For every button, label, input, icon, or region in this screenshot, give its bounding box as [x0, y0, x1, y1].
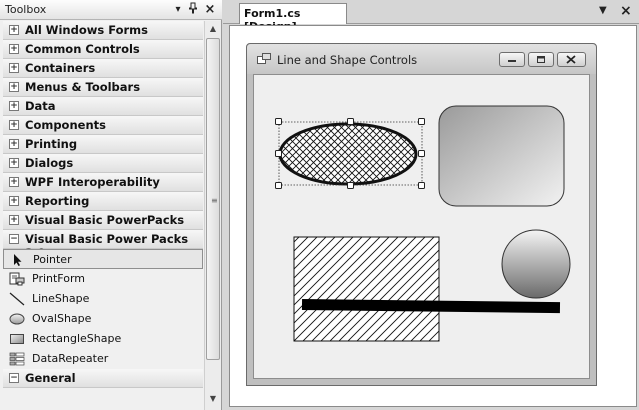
- scroll-down-icon[interactable]: ▼: [205, 391, 221, 407]
- category-components[interactable]: + Components: [3, 116, 203, 135]
- category-wpf-interoperability[interactable]: + WPF Interoperability: [3, 173, 203, 192]
- expand-icon[interactable]: +: [9, 158, 19, 168]
- expand-icon[interactable]: +: [9, 101, 19, 111]
- pin-icon-glyph: [189, 2, 197, 14]
- toolbox-item-printform[interactable]: PrintForm: [3, 269, 203, 289]
- toolbox-item-rectangleshape[interactable]: RectangleShape: [3, 329, 203, 349]
- close-button[interactable]: [557, 52, 586, 67]
- category-common-controls[interactable]: + Common Controls: [3, 40, 203, 59]
- category-menus-toolbars[interactable]: + Menus & Toolbars: [3, 78, 203, 97]
- toolbox-list: + All Windows Forms + Common Controls + Con…: [3, 21, 203, 388]
- toolbox-titlebar: Toolbox ▾ ×: [0, 0, 222, 20]
- scrollbar-thumb[interactable]: ≡: [206, 38, 220, 360]
- toolbox-item-datarepeater[interactable]: DataRepeater: [3, 349, 203, 369]
- toolbox-scrollbar[interactable]: ▲ ≡ ▼: [204, 21, 221, 410]
- minimize-button[interactable]: [499, 52, 525, 67]
- scroll-up-icon[interactable]: ▲: [205, 21, 221, 37]
- toolbox-item-lineshape[interactable]: LineShape: [3, 289, 203, 309]
- circle-shape[interactable]: [501, 229, 571, 299]
- toolbox-panel: Toolbox ▾ × + All Windows Forms + Common C…: [0, 0, 222, 410]
- pointer-icon: [10, 253, 26, 267]
- form-window[interactable]: Line and Shape Controls: [246, 43, 597, 386]
- design-surface[interactable]: Line and Shape Controls: [229, 25, 637, 407]
- printform-icon: [9, 272, 25, 286]
- expand-icon[interactable]: +: [9, 215, 19, 225]
- maximize-icon: [537, 56, 545, 63]
- active-files-dropdown-icon[interactable]: ▼: [599, 5, 607, 16]
- form-title: Line and Shape Controls: [277, 53, 418, 67]
- form-titlebar[interactable]: Line and Shape Controls: [247, 44, 596, 74]
- category-data[interactable]: + Data: [3, 97, 203, 116]
- form-icon: [257, 53, 271, 65]
- category-printing[interactable]: + Printing: [3, 135, 203, 154]
- category-dialogs[interactable]: + Dialogs: [3, 154, 203, 173]
- category-all-windows-forms[interactable]: + All Windows Forms: [3, 21, 203, 40]
- shapes-layer: [275, 105, 571, 342]
- oval-shape-selected[interactable]: [278, 122, 418, 186]
- category-reporting[interactable]: + Reporting: [3, 192, 203, 211]
- collapse-icon[interactable]: −: [9, 373, 19, 383]
- maximize-button[interactable]: [528, 52, 554, 67]
- rectangleshape-icon: [9, 332, 25, 346]
- category-general[interactable]: − General: [3, 369, 203, 388]
- document-tabstrip: Form1.cs [Design] ▼ ×: [223, 0, 639, 33]
- expand-icon[interactable]: +: [9, 139, 19, 149]
- lineshape-icon: [9, 292, 25, 306]
- close-icon: [566, 55, 576, 64]
- close-icon[interactable]: ×: [203, 2, 217, 17]
- expand-icon[interactable]: +: [9, 120, 19, 130]
- expand-icon[interactable]: +: [9, 196, 19, 206]
- designer-area: Form1.cs [Design] ▼ × Line and Shape Con…: [223, 0, 639, 410]
- expand-icon[interactable]: +: [9, 177, 19, 187]
- grip-icon: ≡: [211, 196, 218, 205]
- toolbox-item-ovalshape[interactable]: OvalShape: [3, 309, 203, 329]
- toolbox-title: Toolbox: [5, 3, 47, 16]
- expand-icon[interactable]: +: [9, 44, 19, 54]
- tab-form1-design[interactable]: Form1.cs [Design]: [239, 3, 347, 33]
- toolbox-item-pointer[interactable]: Pointer: [3, 249, 203, 269]
- expand-icon[interactable]: +: [9, 82, 19, 92]
- category-containers[interactable]: + Containers: [3, 59, 203, 78]
- rounded-rectangle-shape[interactable]: [438, 105, 565, 207]
- expand-icon[interactable]: +: [9, 63, 19, 73]
- expand-icon[interactable]: +: [9, 25, 19, 35]
- minimize-icon: [508, 60, 516, 62]
- collapse-icon[interactable]: −: [9, 234, 19, 244]
- window-position-dropdown-icon[interactable]: ▾: [171, 2, 185, 17]
- datarepeater-icon: [9, 352, 25, 366]
- ovalshape-icon: [9, 312, 25, 326]
- form-client-area[interactable]: [253, 74, 590, 379]
- close-document-icon[interactable]: ×: [620, 3, 632, 19]
- category-visual-basic-power-packs-3[interactable]: −Visual Basic Power Packs 3.0: [3, 230, 203, 260]
- hatched-rectangle-shape[interactable]: [293, 236, 440, 342]
- pin-icon[interactable]: [186, 2, 200, 17]
- category-visual-basic-powerpacks[interactable]: + Visual Basic PowerPacks: [3, 211, 203, 230]
